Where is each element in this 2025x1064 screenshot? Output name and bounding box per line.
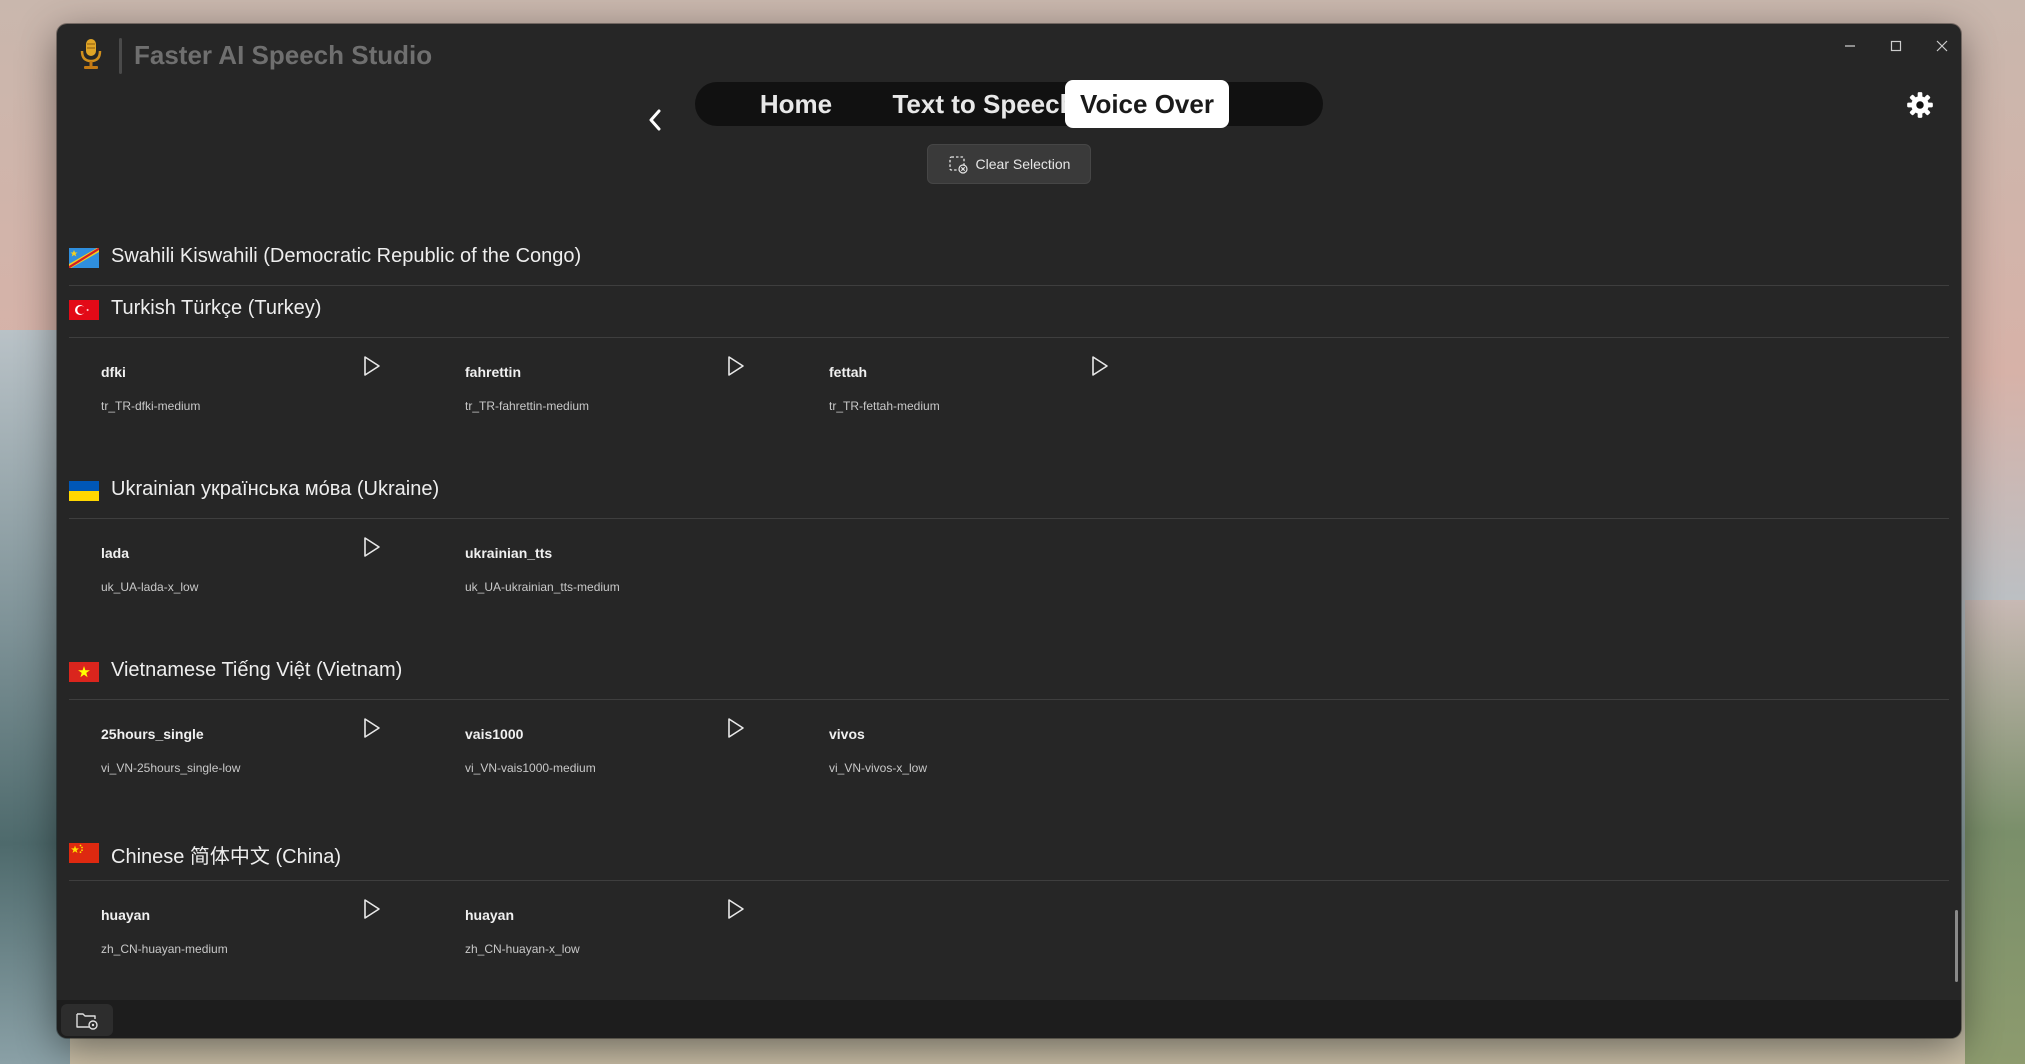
language-name: Turkish Türkçe (Turkey)	[111, 297, 322, 319]
play-icon[interactable]	[1087, 354, 1111, 378]
voice-name: fettah	[829, 364, 868, 380]
voice-model-id: zh_CN-huayan-x_low	[465, 942, 580, 956]
scrollbar[interactable]	[1955, 910, 1958, 982]
play-icon[interactable]	[723, 897, 747, 921]
maximize-icon	[1890, 40, 1902, 52]
play-icon[interactable]	[359, 535, 383, 559]
voice-model-id: tr_TR-dfki-medium	[101, 399, 201, 413]
flag-cd-icon	[69, 248, 99, 268]
voice-model-id: vi_VN-vivos-x_low	[829, 761, 928, 775]
folder-settings-icon	[76, 1013, 98, 1030]
play-icon[interactable]	[359, 897, 383, 921]
voice-card-vais1000[interactable]: vais1000 vi_VN-vais1000-medium	[465, 714, 795, 824]
voice-name: lada	[101, 545, 130, 561]
voice-card-fettah[interactable]: fettah tr_TR-fettah-medium	[829, 352, 1159, 462]
voice-name: fahrettin	[465, 364, 521, 380]
voice-name: dfki	[101, 364, 126, 380]
language-header-ukrainian: Ukrainian українська мо́ва (Ukraine)	[69, 467, 1949, 519]
voice-name: vivos	[829, 726, 865, 742]
play-icon[interactable]	[723, 716, 747, 740]
voice-card-huayan-x-low[interactable]: huayan zh_CN-huayan-x_low	[465, 895, 795, 1005]
close-button[interactable]	[1919, 32, 1961, 60]
voice-name: 25hours_single	[101, 726, 204, 742]
voice-name: huayan	[101, 907, 151, 923]
flag-ua-icon	[69, 481, 99, 501]
voice-card-dfki[interactable]: dfki tr_TR-dfki-medium	[101, 352, 431, 462]
language-header-swahili: Swahili Kiswahili (Democratic Republic o…	[69, 234, 1949, 286]
voice-name: vais1000	[465, 726, 524, 742]
desktop-wallpaper-right	[1965, 600, 2025, 1064]
voice-name: huayan	[465, 907, 515, 923]
close-icon	[1936, 40, 1948, 52]
voice-model-id: uk_UA-lada-x_low	[101, 580, 199, 594]
language-list: Swahili Kiswahili (Democratic Republic o…	[57, 214, 1961, 1004]
language-header-vietnamese: Vietnamese Tiếng Việt (Vietnam)	[69, 648, 1949, 700]
voice-model-id: tr_TR-fahrettin-medium	[465, 399, 590, 413]
title-bar: Faster AI Speech Studio	[57, 24, 1961, 84]
title-divider	[119, 38, 122, 74]
voice-card-huayan-medium[interactable]: huayan zh_CN-huayan-medium	[101, 895, 431, 1005]
voice-card-fahrettin[interactable]: fahrettin tr_TR-fahrettin-medium	[465, 352, 795, 462]
flag-cn-icon	[69, 843, 99, 863]
voice-card-25hours-single[interactable]: 25hours_single vi_VN-25hours_single-low	[101, 714, 431, 824]
tab-home[interactable]: Home	[733, 86, 859, 122]
app-window: Faster AI Speech Studio Home Text to Spe…	[57, 24, 1961, 1038]
language-name: Swahili Kiswahili (Democratic Republic o…	[111, 245, 582, 267]
nav-tab-bar: Home Text to Speech Voice Over	[695, 80, 1933, 128]
tab-text-to-speech[interactable]: Text to Speech	[881, 86, 1087, 122]
voice-model-id: vi_VN-vais1000-medium	[465, 761, 596, 775]
play-icon[interactable]	[359, 354, 383, 378]
bottom-status-bar	[57, 1000, 1961, 1038]
voice-card-ukrainian-tts[interactable]: ukrainian_tts uk_UA-ukrainian_tts-medium	[465, 533, 795, 643]
app-title: Faster AI Speech Studio	[134, 40, 433, 70]
microphone-logo-icon	[75, 38, 107, 70]
gear-icon	[1907, 92, 1933, 118]
selection-clear-icon	[948, 156, 968, 174]
open-folder-button[interactable]	[61, 1004, 113, 1036]
language-header-chinese: Chinese 简体中文 (China)	[69, 829, 1949, 881]
clear-selection-button[interactable]: Clear Selection	[927, 144, 1091, 184]
minimize-icon	[1845, 45, 1855, 47]
language-name: Vietnamese Tiếng Việt (Vietnam)	[111, 659, 403, 681]
flag-tr-icon	[69, 300, 99, 320]
language-header-turkish: Turkish Türkçe (Turkey)	[69, 286, 1949, 338]
tab-voice-over[interactable]: Voice Over	[1065, 80, 1229, 128]
flag-vn-icon	[69, 662, 99, 682]
voice-model-id: uk_UA-ukrainian_tts-medium	[465, 580, 620, 594]
settings-button[interactable]	[1903, 88, 1937, 122]
maximize-button[interactable]	[1873, 32, 1919, 60]
language-name: Ukrainian українська мо́ва (Ukraine)	[111, 478, 440, 500]
voice-model-id: vi_VN-25hours_single-low	[101, 761, 241, 775]
minimize-button[interactable]	[1827, 32, 1873, 60]
back-button[interactable]	[635, 100, 675, 140]
language-name: Chinese 简体中文 (China)	[111, 846, 342, 868]
voice-model-id: tr_TR-fettah-medium	[829, 399, 940, 413]
voice-model-id: zh_CN-huayan-medium	[101, 942, 228, 956]
clear-selection-label: Clear Selection	[975, 156, 1071, 172]
voice-card-lada[interactable]: lada uk_UA-lada-x_low	[101, 533, 431, 643]
play-icon[interactable]	[359, 716, 383, 740]
play-icon[interactable]	[723, 354, 747, 378]
chevron-left-icon	[649, 109, 661, 131]
voice-name: ukrainian_tts	[465, 545, 553, 561]
voice-card-vivos[interactable]: vivos vi_VN-vivos-x_low	[829, 714, 1159, 824]
